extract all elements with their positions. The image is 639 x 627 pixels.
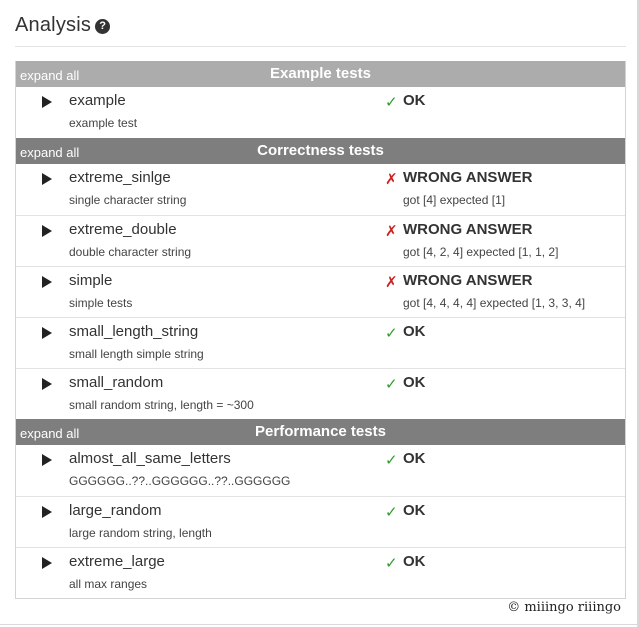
test-status: WRONG ANSWER xyxy=(403,272,533,289)
test-row[interactable]: extreme_doubledouble character string ✗ WR… xyxy=(16,215,625,266)
expand-triangle-icon[interactable] xyxy=(42,96,52,108)
test-name: small_length_string xyxy=(69,323,199,340)
group-title: Correctness tests xyxy=(257,142,384,159)
check-icon: ✓ xyxy=(385,504,398,521)
expand-triangle-icon[interactable] xyxy=(42,276,52,288)
test-name: extreme_sinlge xyxy=(69,169,171,186)
test-description: GGGGGG..??..GGGGGG..??..GGGGGG xyxy=(69,474,291,488)
test-status-detail: got [4] expected [1] xyxy=(403,193,506,207)
test-name: simple xyxy=(69,272,113,289)
test-row[interactable]: large_randomlarge random string, length ✓… xyxy=(16,496,625,547)
test-description: simple tests xyxy=(69,296,133,310)
test-row[interactable]: example example test ✓ OK xyxy=(16,87,625,138)
cross-icon: ✗ xyxy=(385,274,398,291)
check-icon: ✓ xyxy=(385,555,398,572)
test-description: single character string xyxy=(69,193,187,207)
tests-table: expand all Example tests example example te… xyxy=(15,61,626,599)
test-description: small length simple string xyxy=(69,347,204,361)
test-row[interactable]: simple simple tests ✗ WRONG ANSWER got [4, 4… xyxy=(16,266,625,317)
test-status-detail: got [4, 2, 4] expected [1, 1, 2] xyxy=(403,245,559,259)
test-status: WRONG ANSWER xyxy=(403,221,533,238)
test-row[interactable]: extreme_largeall max ranges ✓ OK xyxy=(16,547,625,598)
analysis-header: Analysis ? xyxy=(15,9,111,37)
title-divider xyxy=(15,46,626,47)
group-title: Performance tests xyxy=(255,423,386,440)
group-header: expand all Example tests xyxy=(16,61,625,87)
test-description: example test xyxy=(69,116,138,130)
expand-triangle-icon[interactable] xyxy=(42,327,52,339)
test-name: large_random xyxy=(69,502,162,519)
test-description: small random string, length = ~300 xyxy=(69,398,254,412)
test-row[interactable]: extreme_sinlgesingle character string ✗ WR… xyxy=(16,164,625,215)
test-status: OK xyxy=(403,502,426,519)
expand-triangle-icon[interactable] xyxy=(42,506,52,518)
check-icon: ✓ xyxy=(385,94,398,111)
expand-triangle-icon[interactable] xyxy=(42,225,52,237)
test-name: small_random xyxy=(69,374,164,391)
check-icon: ✓ xyxy=(385,376,398,393)
cross-icon: ✗ xyxy=(385,171,398,188)
group-header: expand all Performance tests xyxy=(16,419,625,445)
test-row[interactable]: small_length_stringsmall length simple s… xyxy=(16,317,625,368)
watermark: © miiingo riiingo xyxy=(507,600,621,615)
cross-icon: ✗ xyxy=(385,223,398,240)
test-status: WRONG ANSWER xyxy=(403,169,533,186)
group-title: Example tests xyxy=(270,65,371,82)
test-name: almost_all_same_letters xyxy=(69,450,231,467)
page-title: Analysis xyxy=(15,14,92,36)
expand-triangle-icon[interactable] xyxy=(42,557,52,569)
test-row[interactable]: almost_all_same_letters GGGGGG..??..GGGGG… xyxy=(16,445,625,496)
expand-triangle-icon[interactable] xyxy=(42,378,52,390)
test-row[interactable]: small_randomsmall random string, length … xyxy=(16,368,625,419)
test-name: extreme_large xyxy=(69,553,165,570)
group-header: expand all Correctness tests xyxy=(16,138,625,164)
test-description: all max ranges xyxy=(69,577,148,591)
test-status: OK xyxy=(403,323,426,340)
test-description: large random string, length xyxy=(69,526,212,540)
check-icon: ✓ xyxy=(385,325,398,342)
test-status: OK xyxy=(403,553,426,570)
test-description: double character string xyxy=(69,245,192,259)
test-name: extreme_double xyxy=(69,221,177,238)
test-name: example xyxy=(69,92,126,109)
test-status: OK xyxy=(403,450,426,467)
bottom-divider xyxy=(0,624,639,625)
test-status: OK xyxy=(403,92,426,109)
test-status: OK xyxy=(403,374,426,391)
expand-triangle-icon[interactable] xyxy=(42,173,52,185)
test-status-detail: got [4, 4, 4, 4] expected [1, 3, 3, 4] xyxy=(403,296,586,310)
check-icon: ✓ xyxy=(385,452,398,469)
expand-triangle-icon[interactable] xyxy=(42,454,52,466)
help-icon[interactable]: ? xyxy=(95,19,111,34)
